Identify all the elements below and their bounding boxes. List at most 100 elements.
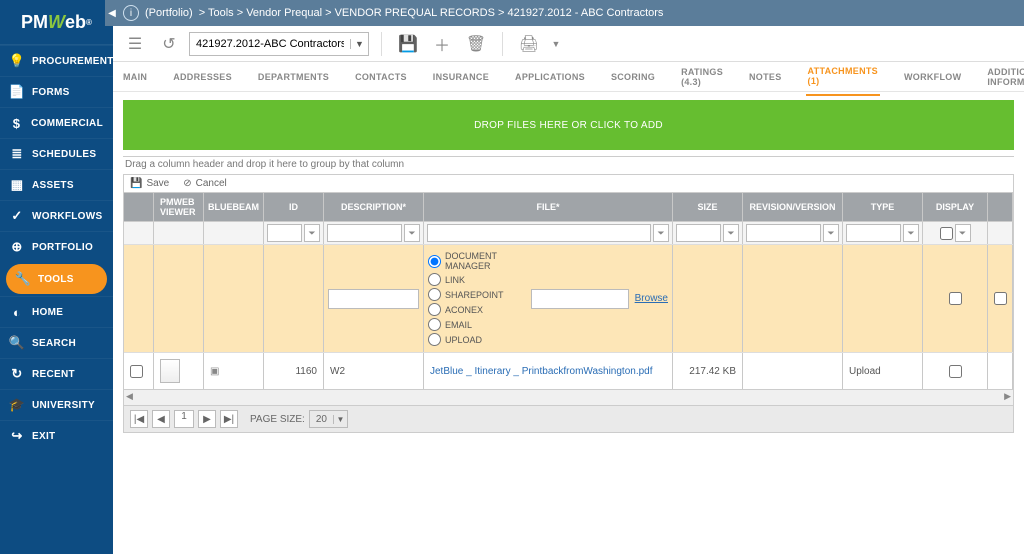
col-file[interactable]: FILE* bbox=[424, 193, 673, 221]
col-description[interactable]: DESCRIPTION* bbox=[324, 193, 424, 221]
logo: PMWeb® bbox=[0, 0, 113, 45]
delete-button[interactable]: 🗑 bbox=[462, 30, 490, 58]
dropzone[interactable]: DROP FILES HERE OR CLICK TO ADD bbox=[123, 100, 1014, 150]
file-source-link[interactable]: LINK bbox=[428, 273, 517, 286]
file-source-upload[interactable]: UPLOAD bbox=[428, 333, 517, 346]
sidebar-collapse[interactable]: ◀ bbox=[105, 0, 119, 26]
page-size-select[interactable]: 20▼ bbox=[309, 410, 348, 428]
col-revision[interactable]: REVISION/VERSION bbox=[743, 193, 843, 221]
filter-icon[interactable]: ⏷ bbox=[653, 224, 669, 242]
sidebar-item-assets[interactable]: ▦ASSETS bbox=[0, 169, 113, 200]
crumb-part[interactable]: Tools bbox=[208, 7, 234, 19]
tab-attachments-1-[interactable]: ATTACHMENTS (1) bbox=[806, 58, 880, 96]
browse-link[interactable]: Browse bbox=[635, 293, 668, 304]
page-last[interactable]: ▶| bbox=[220, 410, 238, 428]
col-display[interactable]: DISPLAY bbox=[923, 193, 988, 221]
filter-display[interactable] bbox=[940, 227, 953, 240]
file-source-sharepoint[interactable]: SHAREPOINT bbox=[428, 288, 517, 301]
filter-icon[interactable]: ⏷ bbox=[955, 224, 971, 242]
tab-additional-information[interactable]: ADDITIONAL INFORMATION bbox=[985, 59, 1024, 95]
filter-rev[interactable] bbox=[746, 224, 821, 242]
add-button[interactable]: ＋ bbox=[428, 30, 456, 58]
record-input[interactable] bbox=[190, 38, 350, 50]
page-first[interactable]: |◀ bbox=[130, 410, 148, 428]
col-pmweb-viewer[interactable]: PMWEB VIEWER bbox=[154, 193, 204, 221]
print-dropdown[interactable]: ▼ bbox=[549, 30, 563, 58]
record-dropdown-icon[interactable]: ▼ bbox=[350, 39, 368, 49]
filter-size[interactable] bbox=[676, 224, 721, 242]
tab-insurance[interactable]: INSURANCE bbox=[431, 64, 491, 90]
sidebar-item-recent[interactable]: ↻RECENT bbox=[0, 358, 113, 389]
filter-icon[interactable]: ⏷ bbox=[903, 224, 919, 242]
print-button[interactable]: 🖨 bbox=[515, 30, 543, 58]
file-source-document-manager[interactable]: DOCUMENT MANAGER bbox=[428, 251, 517, 271]
filter-desc[interactable] bbox=[327, 224, 402, 242]
sidebar-item-tools[interactable]: 🔧TOOLS bbox=[6, 264, 107, 294]
tab-contacts[interactable]: CONTACTS bbox=[353, 64, 409, 90]
filter-icon[interactable]: ⏷ bbox=[723, 224, 739, 242]
info-icon[interactable]: i bbox=[123, 5, 139, 21]
pmweb-viewer-thumb[interactable] bbox=[160, 359, 180, 383]
filter-icon[interactable]: ⏷ bbox=[404, 224, 420, 242]
record-selector[interactable]: ▼ bbox=[189, 32, 369, 56]
sidebar-item-search[interactable]: 🔍SEARCH bbox=[0, 327, 113, 358]
group-hint[interactable]: Drag a column header and drop it here to… bbox=[123, 156, 1014, 174]
col-id[interactable]: ID bbox=[264, 193, 324, 221]
sidebar-item-exit[interactable]: ↪EXIT bbox=[0, 420, 113, 451]
filter-id[interactable] bbox=[267, 224, 302, 242]
sidebar-item-procurement[interactable]: 💡PROCUREMENT bbox=[0, 45, 113, 76]
tab-applications[interactable]: APPLICATIONS bbox=[513, 64, 587, 90]
save-button[interactable]: 💾 bbox=[394, 30, 422, 58]
bluebeam-icon[interactable]: ▣ bbox=[210, 366, 219, 377]
list-view-button[interactable]: ☰ bbox=[121, 30, 149, 58]
tab-workflow[interactable]: WORKFLOW bbox=[902, 64, 963, 90]
grid-edit-row: DOCUMENT MANAGER LINK SHAREPOINT ACONEX … bbox=[124, 244, 1013, 352]
page-number[interactable]: 1 bbox=[174, 410, 194, 428]
sidebar-item-schedules[interactable]: ≣SCHEDULES bbox=[0, 138, 113, 169]
tab-ratings-4-3-[interactable]: RATINGS (4.3) bbox=[679, 59, 725, 95]
sidebar-item-university[interactable]: 🎓UNIVERSITY bbox=[0, 389, 113, 420]
file-source-radios: DOCUMENT MANAGER LINK SHAREPOINT ACONEX … bbox=[428, 251, 517, 346]
crumb-part[interactable]: VENDOR PREQUAL RECORDS bbox=[335, 7, 495, 19]
attachments-grid: PMWEB VIEWER BLUEBEAM ID DESCRIPTION* FI… bbox=[123, 192, 1014, 390]
sidebar-item-home[interactable]: ◐HOME bbox=[0, 296, 113, 327]
file-source-aconex[interactable]: ACONEX bbox=[428, 303, 517, 316]
tab-addresses[interactable]: ADDRESSES bbox=[171, 64, 234, 90]
row-file-link[interactable]: JetBlue _ Itinerary _ PrintbackfromWashi… bbox=[424, 353, 673, 389]
tab-scoring[interactable]: SCORING bbox=[609, 64, 657, 90]
crumb-part[interactable]: 421927.2012 - ABC Contractors bbox=[507, 7, 663, 19]
crumb-root[interactable]: (Portfolio) bbox=[145, 7, 193, 19]
page-next[interactable]: ▶ bbox=[198, 410, 216, 428]
tab-departments[interactable]: DEPARTMENTS bbox=[256, 64, 331, 90]
edit-display[interactable] bbox=[949, 292, 962, 305]
filter-file[interactable] bbox=[427, 224, 651, 242]
crumb-part[interactable]: Vendor Prequal bbox=[246, 7, 322, 19]
nav-icon: ↪ bbox=[10, 429, 24, 443]
nav-icon: ▦ bbox=[10, 178, 24, 192]
col-size[interactable]: SIZE bbox=[673, 193, 743, 221]
tab-main[interactable]: MAIN bbox=[121, 64, 149, 90]
filter-icon[interactable]: ⏷ bbox=[304, 224, 320, 242]
row-display[interactable] bbox=[949, 365, 962, 378]
sidebar-item-portfolio[interactable]: ⊕PORTFOLIO bbox=[0, 231, 113, 262]
history-button[interactable]: ↺ bbox=[155, 30, 183, 58]
sidebar-item-forms[interactable]: 📄FORMS bbox=[0, 76, 113, 107]
horizontal-scrollbar[interactable] bbox=[123, 390, 1014, 406]
file-source-email[interactable]: EMAIL bbox=[428, 318, 517, 331]
filter-type[interactable] bbox=[846, 224, 901, 242]
filter-icon[interactable]: ⏷ bbox=[823, 224, 839, 242]
sidebar-item-commercial[interactable]: $COMMERCIAL bbox=[0, 107, 113, 138]
edit-file-path[interactable] bbox=[531, 289, 629, 309]
table-row[interactable]: ▣ 1160 W2 JetBlue _ Itinerary _ Printbac… bbox=[124, 352, 1013, 389]
sidebar-item-workflows[interactable]: ✓WORKFLOWS bbox=[0, 200, 113, 231]
edit-description[interactable] bbox=[328, 289, 419, 309]
col-bluebeam[interactable]: BLUEBEAM bbox=[204, 193, 264, 221]
page-prev[interactable]: ◀ bbox=[152, 410, 170, 428]
edit-select[interactable] bbox=[994, 292, 1007, 305]
grid-cancel[interactable]: ⊘ Cancel bbox=[183, 178, 227, 189]
grid-save[interactable]: 💾 Save bbox=[130, 178, 169, 189]
col-type[interactable]: TYPE bbox=[843, 193, 923, 221]
row-select[interactable] bbox=[130, 365, 143, 378]
nav-icon: 🔧 bbox=[16, 272, 30, 286]
tab-notes[interactable]: NOTES bbox=[747, 64, 784, 90]
